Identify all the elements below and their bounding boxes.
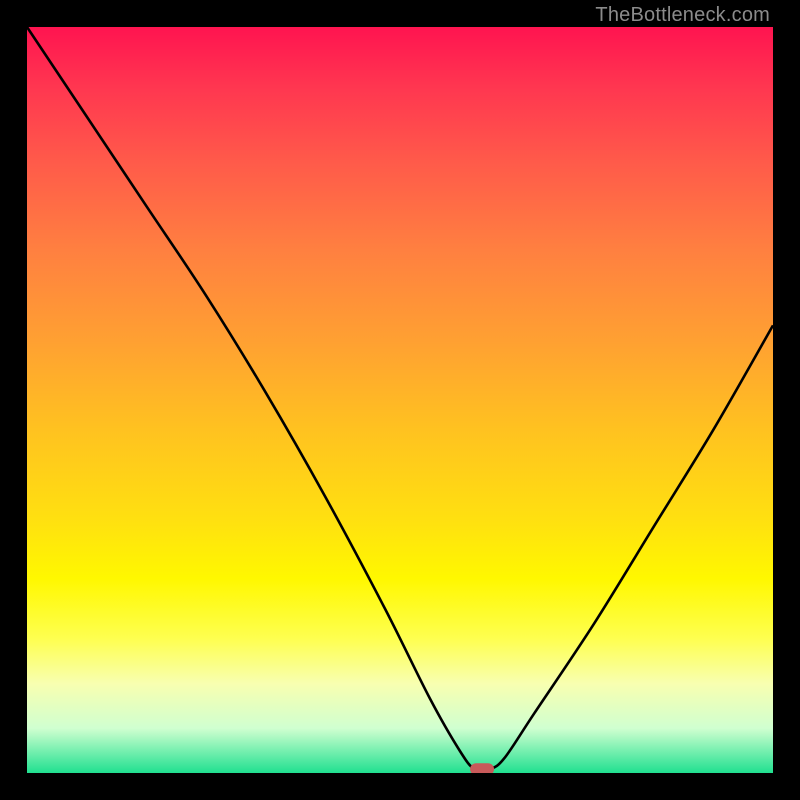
watermark-text: TheBottleneck.com: [595, 4, 770, 27]
plot-area: [27, 27, 773, 773]
curve-svg: [27, 27, 773, 773]
chart-container: TheBottleneck.com: [0, 0, 800, 800]
optimal-marker: [470, 763, 494, 773]
bottleneck-curve: [27, 27, 773, 771]
